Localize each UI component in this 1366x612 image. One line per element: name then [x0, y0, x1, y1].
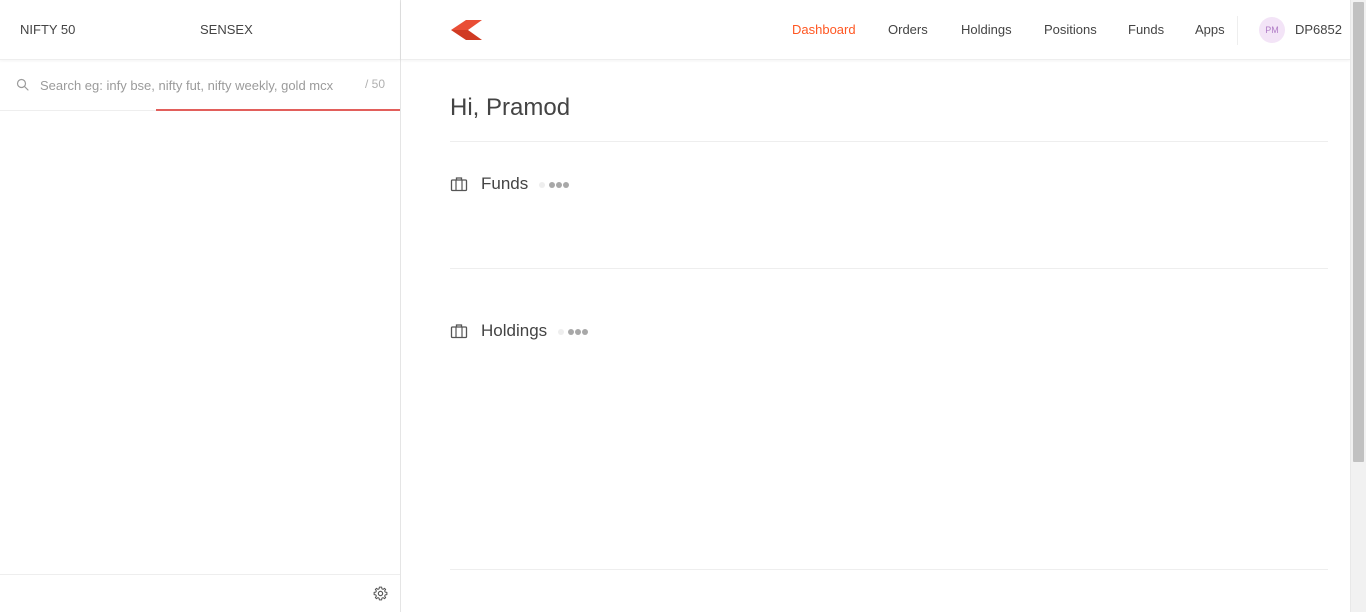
loader-dot	[556, 182, 563, 188]
user-id[interactable]: DP6852	[1295, 22, 1342, 37]
loader-dot	[539, 182, 546, 188]
loader-dot	[558, 329, 565, 335]
dashboard-content: Hi, Pramod Funds Holdings	[401, 61, 1350, 612]
nav-funds[interactable]: Funds	[1128, 22, 1164, 37]
holdings-section-header: Holdings	[450, 319, 589, 343]
loader-dot	[582, 329, 589, 335]
gear-icon[interactable]	[373, 586, 388, 601]
divider	[450, 569, 1328, 570]
marketwatch-footer	[0, 574, 400, 612]
scrollbar-thumb[interactable]	[1353, 2, 1364, 462]
index-sensex[interactable]: SENSEX	[200, 22, 253, 37]
index-nifty50[interactable]: NIFTY 50	[20, 22, 75, 37]
nav-positions[interactable]: Positions	[1044, 22, 1097, 37]
loader-dot	[549, 182, 556, 188]
top-navigation: Dashboard Orders Holdings Positions Fund…	[401, 0, 1350, 60]
loading-indicator	[558, 329, 589, 335]
nav-dashboard[interactable]: Dashboard	[792, 22, 856, 37]
kite-logo-icon[interactable]	[451, 20, 482, 40]
avatar[interactable]: PM	[1259, 17, 1285, 43]
briefcase-icon	[450, 177, 468, 192]
search-input[interactable]	[40, 74, 340, 96]
briefcase-icon	[450, 324, 468, 339]
holdings-section-title: Holdings	[481, 321, 548, 340]
nav-holdings[interactable]: Holdings	[961, 22, 1012, 37]
page-title: Hi, Pramod	[450, 94, 571, 121]
loading-indicator	[539, 182, 570, 188]
nav-divider	[1237, 16, 1238, 45]
marketwatch-panel: NIFTY 50 SENSEX / 50	[0, 0, 401, 612]
funds-section-title: Funds	[481, 174, 529, 193]
indices-bar: NIFTY 50 SENSEX	[0, 0, 400, 60]
watchlist-count: / 50	[364, 77, 385, 91]
divider	[450, 141, 1328, 142]
search-bar: / 50	[0, 60, 400, 111]
divider	[450, 268, 1328, 269]
nav-apps[interactable]: Apps	[1195, 22, 1225, 37]
funds-section-header: Funds	[450, 172, 570, 196]
page-scrollbar[interactable]	[1350, 0, 1366, 612]
search-focus-underline	[156, 109, 400, 111]
nav-orders[interactable]: Orders	[888, 22, 928, 37]
loader-dot	[575, 329, 582, 335]
loader-dot	[563, 182, 570, 188]
search-icon	[16, 78, 29, 91]
loader-dot	[568, 329, 575, 335]
